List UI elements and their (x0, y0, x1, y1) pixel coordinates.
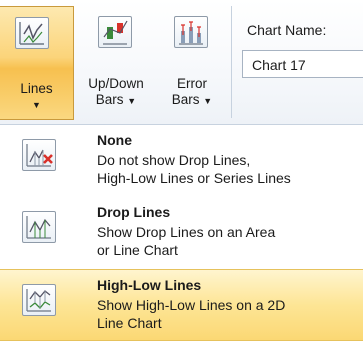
menu-item-desc-line1: Show High-Low Lines on a 2D (97, 297, 286, 313)
error-bars-label-1: Error (177, 76, 207, 91)
menu-item-desc-line2: or Line Chart (97, 242, 178, 258)
menu-item-title: Drop Lines (97, 204, 171, 220)
error-bars-label-2: Bars (171, 92, 200, 107)
high-low-lines-icon (22, 284, 56, 316)
menu-item-desc-line2: High-Low Lines or Series Lines (97, 170, 291, 186)
up-down-bars-label-2: Bars (95, 92, 124, 107)
menu-item-desc-line1: Do not show Drop Lines, (97, 152, 251, 168)
chart-name-label: Chart Name: (247, 22, 327, 38)
no-lines-icon (22, 139, 56, 171)
chevron-down-icon: ▼ (32, 100, 41, 110)
chart-name-input[interactable]: Chart 17 (242, 50, 363, 78)
chevron-down-icon: ▼ (203, 96, 213, 106)
line-chart-icon (15, 17, 49, 49)
error-bars-icon (174, 16, 208, 48)
group-separator (231, 6, 232, 118)
menu-item-desc-line2: Line Chart (97, 315, 162, 331)
menu-item-title: None (97, 132, 132, 148)
drop-lines-icon (22, 211, 56, 243)
menu-item-high-low-lines[interactable]: High-Low Lines Show High-Low Lines on a … (0, 269, 363, 341)
lines-button-label: Lines (20, 81, 53, 96)
lines-dropdown-menu: None Do not show Drop Lines, High-Low Li… (0, 124, 363, 341)
ribbon: Lines ▼ Up/Down Bars ▼ Error Bars ▼ Char… (0, 0, 363, 124)
up-down-bars-icon (98, 16, 132, 48)
error-bars-button[interactable]: Error Bars ▼ (160, 8, 224, 116)
up-down-bars-label-1: Up/Down (88, 76, 144, 91)
up-down-bars-button[interactable]: Up/Down Bars ▼ (78, 8, 154, 116)
lines-button[interactable]: Lines ▼ (0, 6, 74, 120)
menu-item-none[interactable]: None Do not show Drop Lines, High-Low Li… (0, 125, 363, 197)
chevron-down-icon: ▼ (127, 96, 137, 106)
menu-item-desc-line1: Show Drop Lines on an Area (97, 224, 276, 240)
menu-item-drop-lines[interactable]: Drop Lines Show Drop Lines on an Area or… (0, 197, 363, 269)
menu-item-title: High-Low Lines (97, 277, 202, 293)
